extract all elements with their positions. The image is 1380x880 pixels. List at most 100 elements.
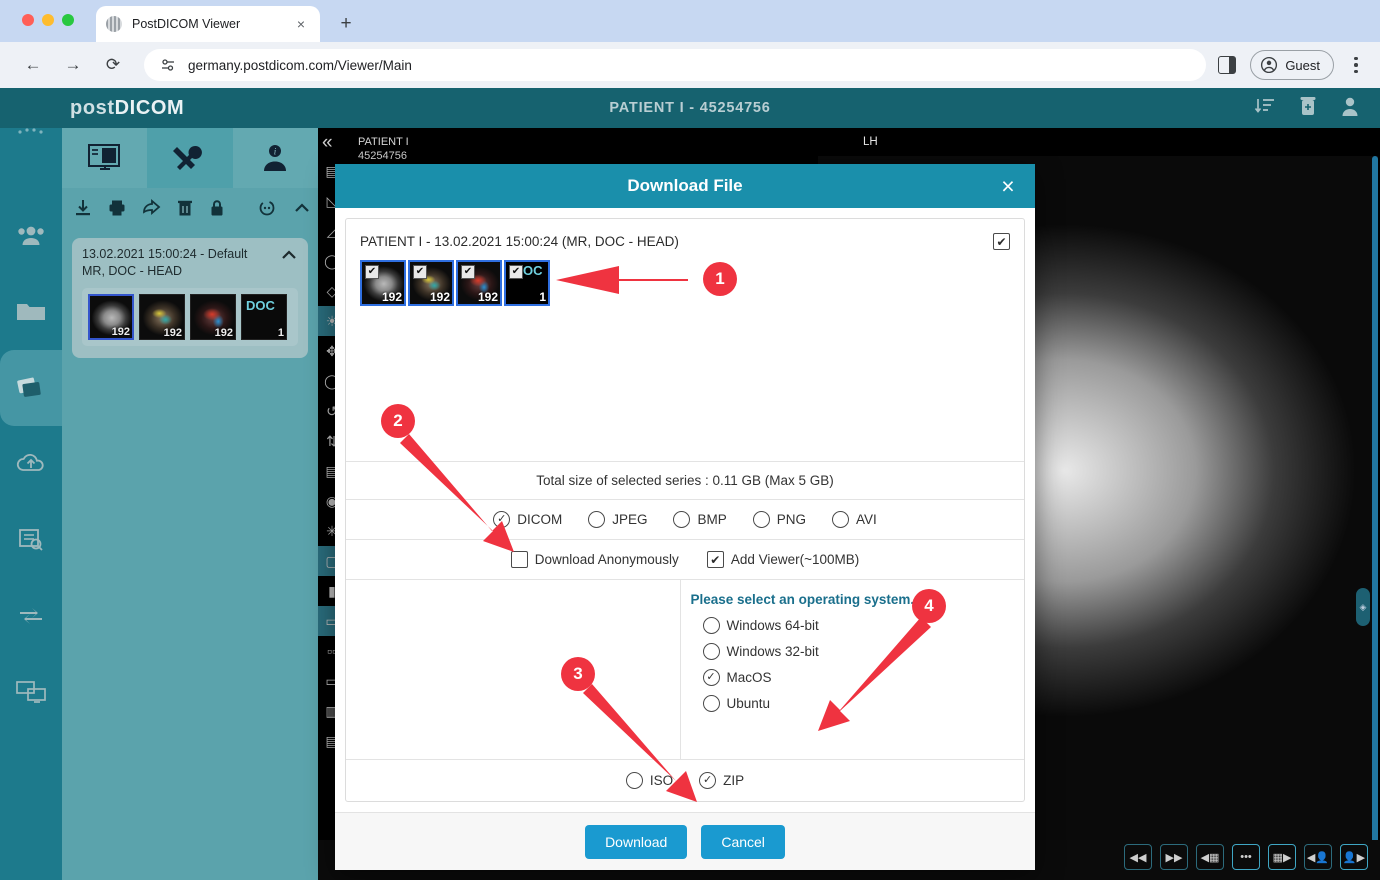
format-option-avi[interactable]: AVI [832,511,877,528]
slice-slider-handle[interactable]: ◈ [1356,588,1370,626]
lock-icon[interactable] [209,199,225,222]
os-right-column: Please select an operating system. Windo… [681,580,1025,759]
browser-tab[interactable]: PostDICOM Viewer × [96,6,320,42]
address-bar[interactable]: germany.postdicom.com/Viewer/Main [144,49,1206,81]
next-layout-icon[interactable]: ▦▶ [1268,844,1296,870]
radio-icon[interactable] [832,511,849,528]
rail-item-sync[interactable] [0,578,62,654]
study-collapse-icon[interactable] [280,246,298,269]
select-all-series-checkbox[interactable]: ✔ [993,233,1010,250]
trash-icon[interactable] [1298,95,1318,122]
dialog-series-thumbnail[interactable]: ✔ 192 [456,260,502,306]
vertical-scrollbar[interactable] [1372,156,1378,880]
print-icon[interactable] [108,199,126,222]
close-icon[interactable]: × [995,173,1021,199]
rail-item-reports[interactable] [0,502,62,578]
radio-icon[interactable] [753,511,770,528]
reload-icon[interactable]: ⟳ [98,50,128,80]
close-window-button[interactable] [22,14,34,26]
study-side-panel: i 13.02.2021 15:00:24 - Default MR, DOC … [62,128,318,880]
rail-item-studies[interactable] [0,350,62,426]
os-option-ubuntu[interactable]: Ubuntu [703,695,1025,712]
back-icon[interactable]: ← [18,50,48,80]
series-thumbnail[interactable]: 192 [88,294,134,340]
download-button[interactable]: Download [585,825,687,859]
download-anonymously-option[interactable]: Download Anonymously [511,551,679,568]
study-card[interactable]: 13.02.2021 15:00:24 - Default MR, DOC - … [72,238,308,358]
browser-menu-icon[interactable] [1344,50,1368,80]
user-icon[interactable] [1340,95,1360,122]
prev-patient-icon[interactable]: ◀👤 [1304,844,1332,870]
format-option-bmp[interactable]: BMP [673,511,726,528]
add-viewer-option[interactable]: ✔ Add Viewer(~100MB) [707,551,859,568]
format-option-dicom[interactable]: ✓ DICOM [493,511,562,528]
rewind-icon[interactable]: ◀◀ [1124,844,1152,870]
sort-descending-icon[interactable] [1254,95,1276,122]
close-icon[interactable]: × [292,15,310,33]
annotation-badge-1: 1 [703,262,737,296]
new-tab-button[interactable]: + [333,10,359,36]
profile-button[interactable]: Guest [1250,50,1334,80]
format-option-png[interactable]: PNG [753,511,806,528]
tab-tools[interactable] [147,128,232,188]
next-patient-icon[interactable]: 👤▶ [1340,844,1368,870]
site-settings-icon[interactable] [158,55,178,75]
series-thumbnail-doc[interactable]: DOC1 [241,294,287,340]
options-row: Download Anonymously ✔ Add Viewer(~100MB… [346,539,1024,579]
delete-icon[interactable] [177,199,193,222]
radio-icon[interactable] [703,617,720,634]
radio-icon[interactable] [703,695,720,712]
series-checkbox[interactable]: ✔ [365,265,379,279]
series-thumbnail[interactable]: 192 [139,294,185,340]
panel-toolbar [62,188,318,232]
os-option-windows-32[interactable]: Windows 32-bit [703,643,1025,660]
panel-collapse-icon[interactable]: « [322,132,333,154]
more-icon[interactable]: ••• [1232,844,1260,870]
format-label: PNG [777,512,806,527]
radio-icon[interactable] [673,511,690,528]
url-text: germany.postdicom.com/Viewer/Main [188,58,412,73]
format-option-jpeg[interactable]: JPEG [588,511,647,528]
radio-selected-icon[interactable]: ✓ [703,669,720,686]
total-size-text: Total size of selected series : 0.11 GB … [346,461,1024,499]
series-checkbox[interactable]: ✔ [413,265,427,279]
forward-icon[interactable]: → [58,50,88,80]
doc-label: OC [523,263,543,278]
radio-icon[interactable] [588,511,605,528]
series-checkbox[interactable]: ✔ [461,265,475,279]
radio-selected-icon[interactable]: ✓ [699,772,716,789]
series-checkbox[interactable]: ✔ [509,265,523,279]
os-option-windows-64[interactable]: Windows 64-bit [703,617,1025,634]
series-selection-card: PATIENT I - 13.02.2021 15:00:24 (MR, DOC… [345,218,1025,802]
maximize-window-button[interactable] [62,14,74,26]
rail-item-folders[interactable] [0,274,62,350]
prev-layout-icon[interactable]: ◀▦ [1196,844,1224,870]
tab-info[interactable]: i [233,128,318,188]
cancel-button[interactable]: Cancel [701,825,785,859]
download-icon[interactable] [74,199,92,222]
dialog-series-thumbnail[interactable]: ✔ 192 [360,260,406,306]
radio-selected-icon[interactable]: ✓ [493,511,510,528]
minimize-window-button[interactable] [42,14,54,26]
side-panel-icon[interactable] [1218,56,1236,74]
fast-forward-icon[interactable]: ▶▶ [1160,844,1188,870]
rail-item-patients[interactable] [0,198,62,274]
profile-label: Guest [1285,58,1320,73]
package-option-iso[interactable]: ISO [626,772,673,789]
dialog-series-thumbnail[interactable]: ✔ 192 [408,260,454,306]
checkbox-icon[interactable] [511,551,528,568]
dialog-series-thumbnail-doc[interactable]: ✔ OC 1 [504,260,550,306]
radio-icon[interactable] [626,772,643,789]
share-icon[interactable] [142,199,161,222]
checkbox-checked-icon[interactable]: ✔ [707,551,724,568]
format-label: BMP [697,512,726,527]
rail-item-upload[interactable] [0,426,62,502]
package-option-zip[interactable]: ✓ ZIP [699,772,744,789]
series-thumbnail[interactable]: 192 [190,294,236,340]
collapse-icon[interactable] [293,199,311,222]
tab-viewer[interactable] [62,128,147,188]
rail-item-screens[interactable] [0,654,62,730]
os-option-macos[interactable]: ✓ MacOS [703,669,1025,686]
refresh-icon[interactable] [257,198,277,223]
radio-icon[interactable] [703,643,720,660]
